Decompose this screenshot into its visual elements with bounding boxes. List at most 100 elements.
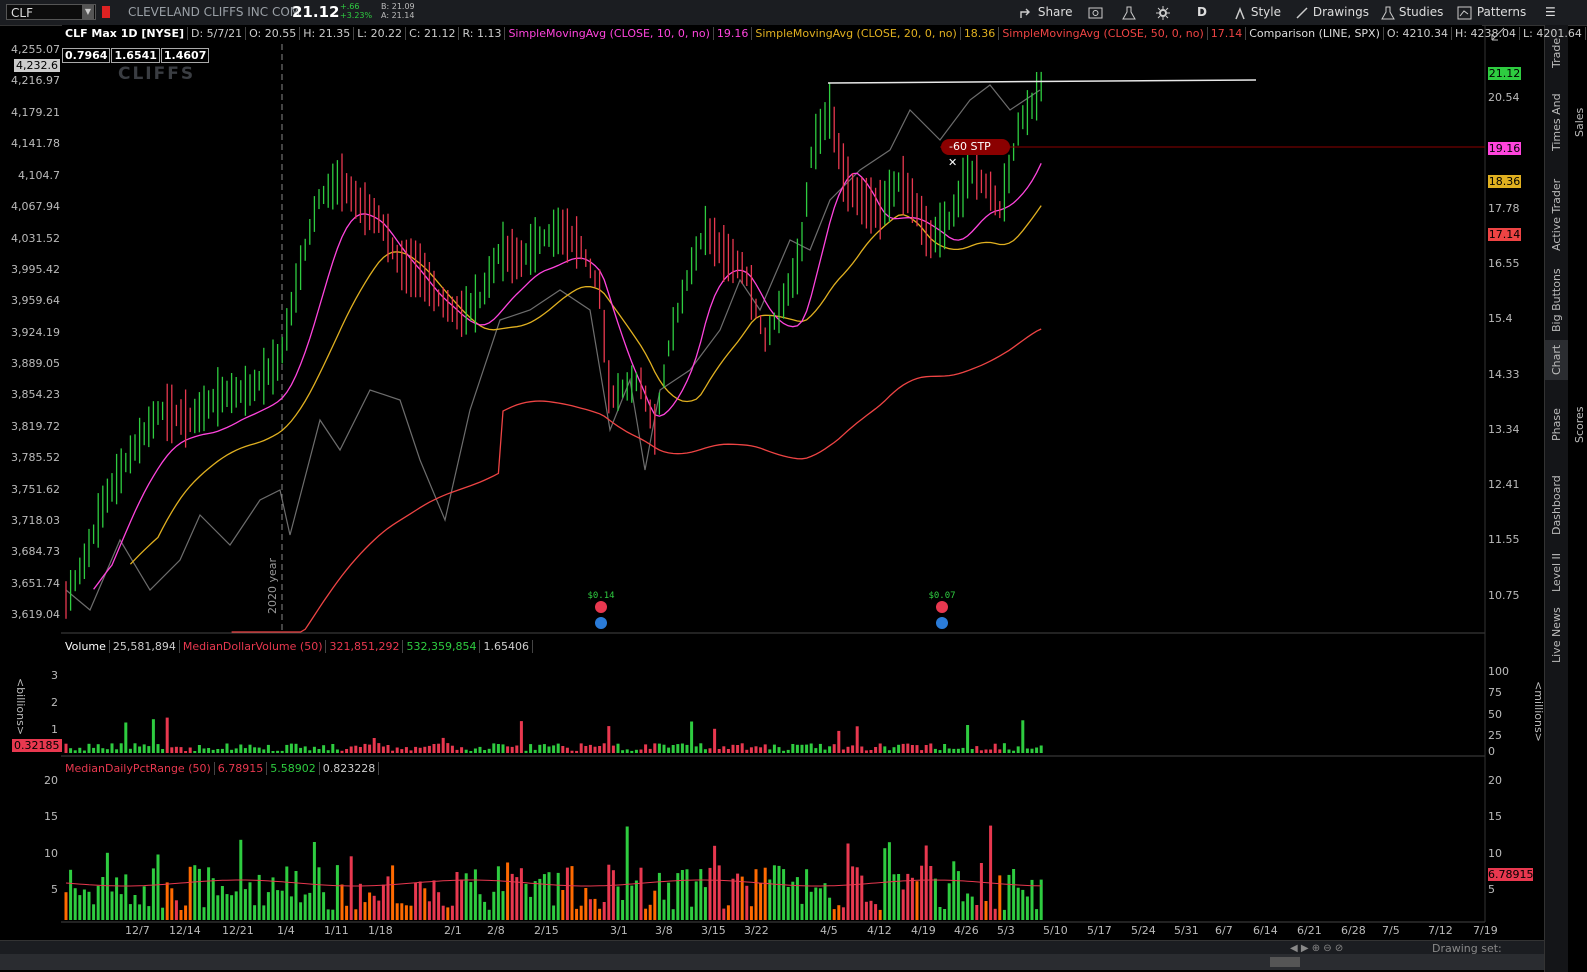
volume-bar (262, 749, 266, 753)
volume-bar (322, 745, 326, 753)
earnings-event-1[interactable]: $0.14 (587, 591, 615, 629)
rail-tab-big-buttons[interactable]: Big Buttons (1545, 265, 1568, 335)
axis-label: 25 (1488, 729, 1502, 742)
draw-tool-icon[interactable] (1491, 27, 1505, 41)
range-bar (354, 909, 358, 920)
range-bar (759, 883, 763, 920)
rail-tab-live-news[interactable]: Live News (1545, 605, 1568, 665)
rail-tab-chart[interactable]: Chart (1545, 340, 1568, 380)
volume-bar (418, 747, 422, 753)
volume-bar (473, 748, 477, 753)
volume-bar (740, 743, 744, 753)
volume-bar (998, 749, 1002, 753)
volume-bar (984, 749, 988, 753)
ohlc-bars[interactable] (65, 71, 1042, 619)
range-bar (73, 888, 77, 920)
volume-bar (699, 743, 703, 753)
volume-bar (943, 744, 947, 753)
volume-bar (1021, 720, 1025, 753)
comparison-line[interactable] (65, 84, 1041, 611)
horizontal-scrollbar[interactable] (0, 954, 1544, 970)
volume-bar (874, 747, 878, 753)
scroll-controls[interactable]: ◀ ▶ ⊕ ⊖ ⊘ (1290, 943, 1343, 954)
range-bar (427, 901, 431, 920)
volume-bar (777, 747, 781, 753)
range-bar (970, 896, 974, 920)
volume-bar (818, 743, 822, 753)
volume-label[interactable]: Volume (62, 640, 110, 653)
volume-bar (621, 750, 625, 753)
range-bar (726, 905, 730, 920)
range-bar (1035, 909, 1039, 920)
volume-bar (105, 749, 109, 753)
date-label: 6/28 (1341, 924, 1366, 937)
axis-label: 5 (1488, 883, 1495, 896)
range-bar (414, 882, 418, 920)
range-bar (772, 865, 776, 920)
info-icon[interactable] (936, 617, 948, 629)
volume-bar (230, 749, 234, 753)
volume-bar (501, 744, 505, 753)
volume-bar (855, 726, 859, 753)
volume-bar (128, 748, 132, 753)
stop-order-pill[interactable]: -60 STP ✕ (941, 139, 1010, 169)
volume-bar (225, 743, 229, 753)
range-tag: 6.78915 (1488, 868, 1534, 881)
date-label: 12/14 (169, 924, 201, 937)
dividend-label: $0.07 (928, 591, 955, 601)
volume-bar (92, 747, 96, 753)
volume-bar (460, 747, 464, 753)
range-bar (777, 865, 781, 920)
volume-bar (492, 743, 496, 753)
range-bar (860, 875, 864, 920)
axis-label: 15 (44, 810, 58, 823)
range-bar (625, 826, 629, 920)
range-bar (133, 895, 137, 920)
volume-bar (64, 743, 68, 753)
range-bar (349, 856, 353, 920)
volume-bar (345, 749, 349, 753)
price-chart[interactable]: 2020 year $0.14 $0.07 (0, 0, 1544, 972)
rail-tab-times-and-sales[interactable]: Times And Sales (1545, 80, 1586, 165)
earnings-icon[interactable] (936, 601, 948, 613)
range-bar (515, 877, 519, 920)
range-bar (524, 883, 528, 920)
range-bar (768, 879, 772, 920)
rail-tab-level-ii[interactable]: Level II (1545, 550, 1568, 595)
range-bar (795, 877, 799, 920)
volume-bar (538, 744, 542, 753)
range-bar (257, 874, 261, 920)
range-bar (547, 872, 551, 920)
rail-tab-active-trader[interactable]: Active Trader (1545, 175, 1568, 255)
range-bar (248, 882, 252, 920)
mdv-label[interactable]: MedianDollarVolume (50) (179, 640, 327, 653)
range-bar (1025, 896, 1029, 920)
date-label: 5/24 (1131, 924, 1156, 937)
range-bar (473, 869, 477, 920)
info-icon[interactable] (595, 617, 607, 629)
range-bar (740, 876, 744, 920)
range-bar (207, 867, 211, 920)
volume-bar (598, 746, 602, 753)
range-bar (561, 890, 565, 920)
earnings-event-2[interactable]: $0.07 (928, 591, 956, 629)
date-label: 3/8 (655, 924, 673, 937)
rail-tab-phase-scores[interactable]: Phase Scores (1545, 390, 1586, 460)
volume-bar (929, 743, 933, 753)
range-label[interactable]: MedianDailyPctRange (50) (62, 762, 215, 775)
range-bar (69, 869, 73, 920)
volume-bar (639, 749, 643, 753)
range-bar (611, 870, 615, 920)
range-bar (864, 901, 868, 920)
range-bar (910, 877, 914, 920)
volume-bar (372, 738, 376, 753)
volume-tag: 0.32185 (12, 739, 62, 752)
rail-tab-dashboard[interactable]: Dashboard (1545, 470, 1568, 540)
menu-icon[interactable]: ☰ (1545, 3, 1556, 21)
range-bar (197, 868, 201, 920)
trendline-drawing[interactable] (827, 79, 1257, 84)
earnings-icon[interactable] (595, 601, 607, 613)
range-bar (165, 882, 169, 920)
scroll-thumb[interactable] (1270, 957, 1300, 967)
close-icon[interactable]: ✕ (948, 156, 957, 169)
